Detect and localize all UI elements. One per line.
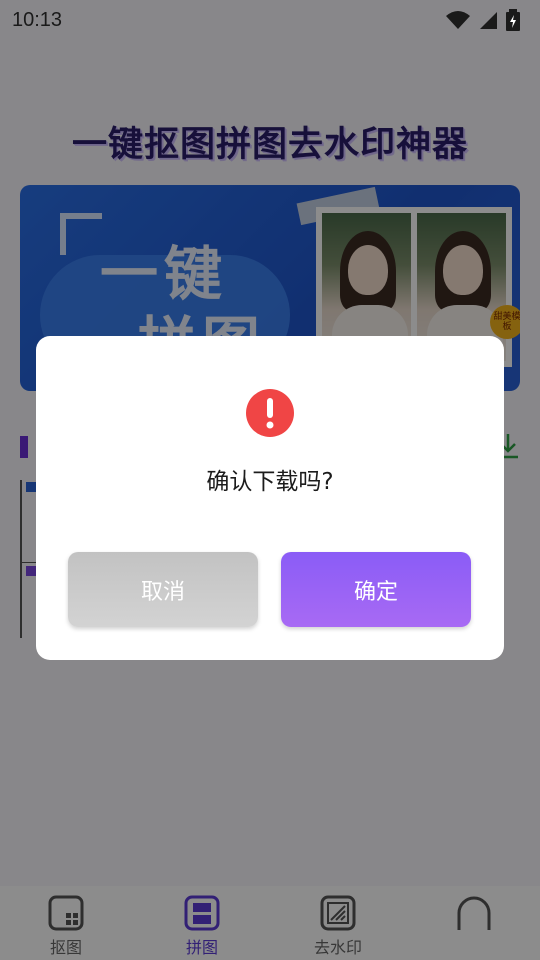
screen: 10:13 一键抠图拼图去水印神器 一键 拼图 [0,0,540,960]
dialog-message: 确认下载吗? [206,469,334,495]
battery-charging-icon [506,9,520,31]
signal-icon [480,12,497,29]
cancel-button[interactable]: 取消 [68,552,258,627]
alert-circle-icon [246,389,294,437]
status-time: 10:13 [12,8,63,31]
confirm-button[interactable]: 确定 [281,552,471,627]
status-icons [446,9,520,31]
wifi-icon [446,11,470,29]
confirm-download-dialog: 确认下载吗? 取消 确定 [36,336,504,660]
status-bar: 10:13 [0,0,540,40]
